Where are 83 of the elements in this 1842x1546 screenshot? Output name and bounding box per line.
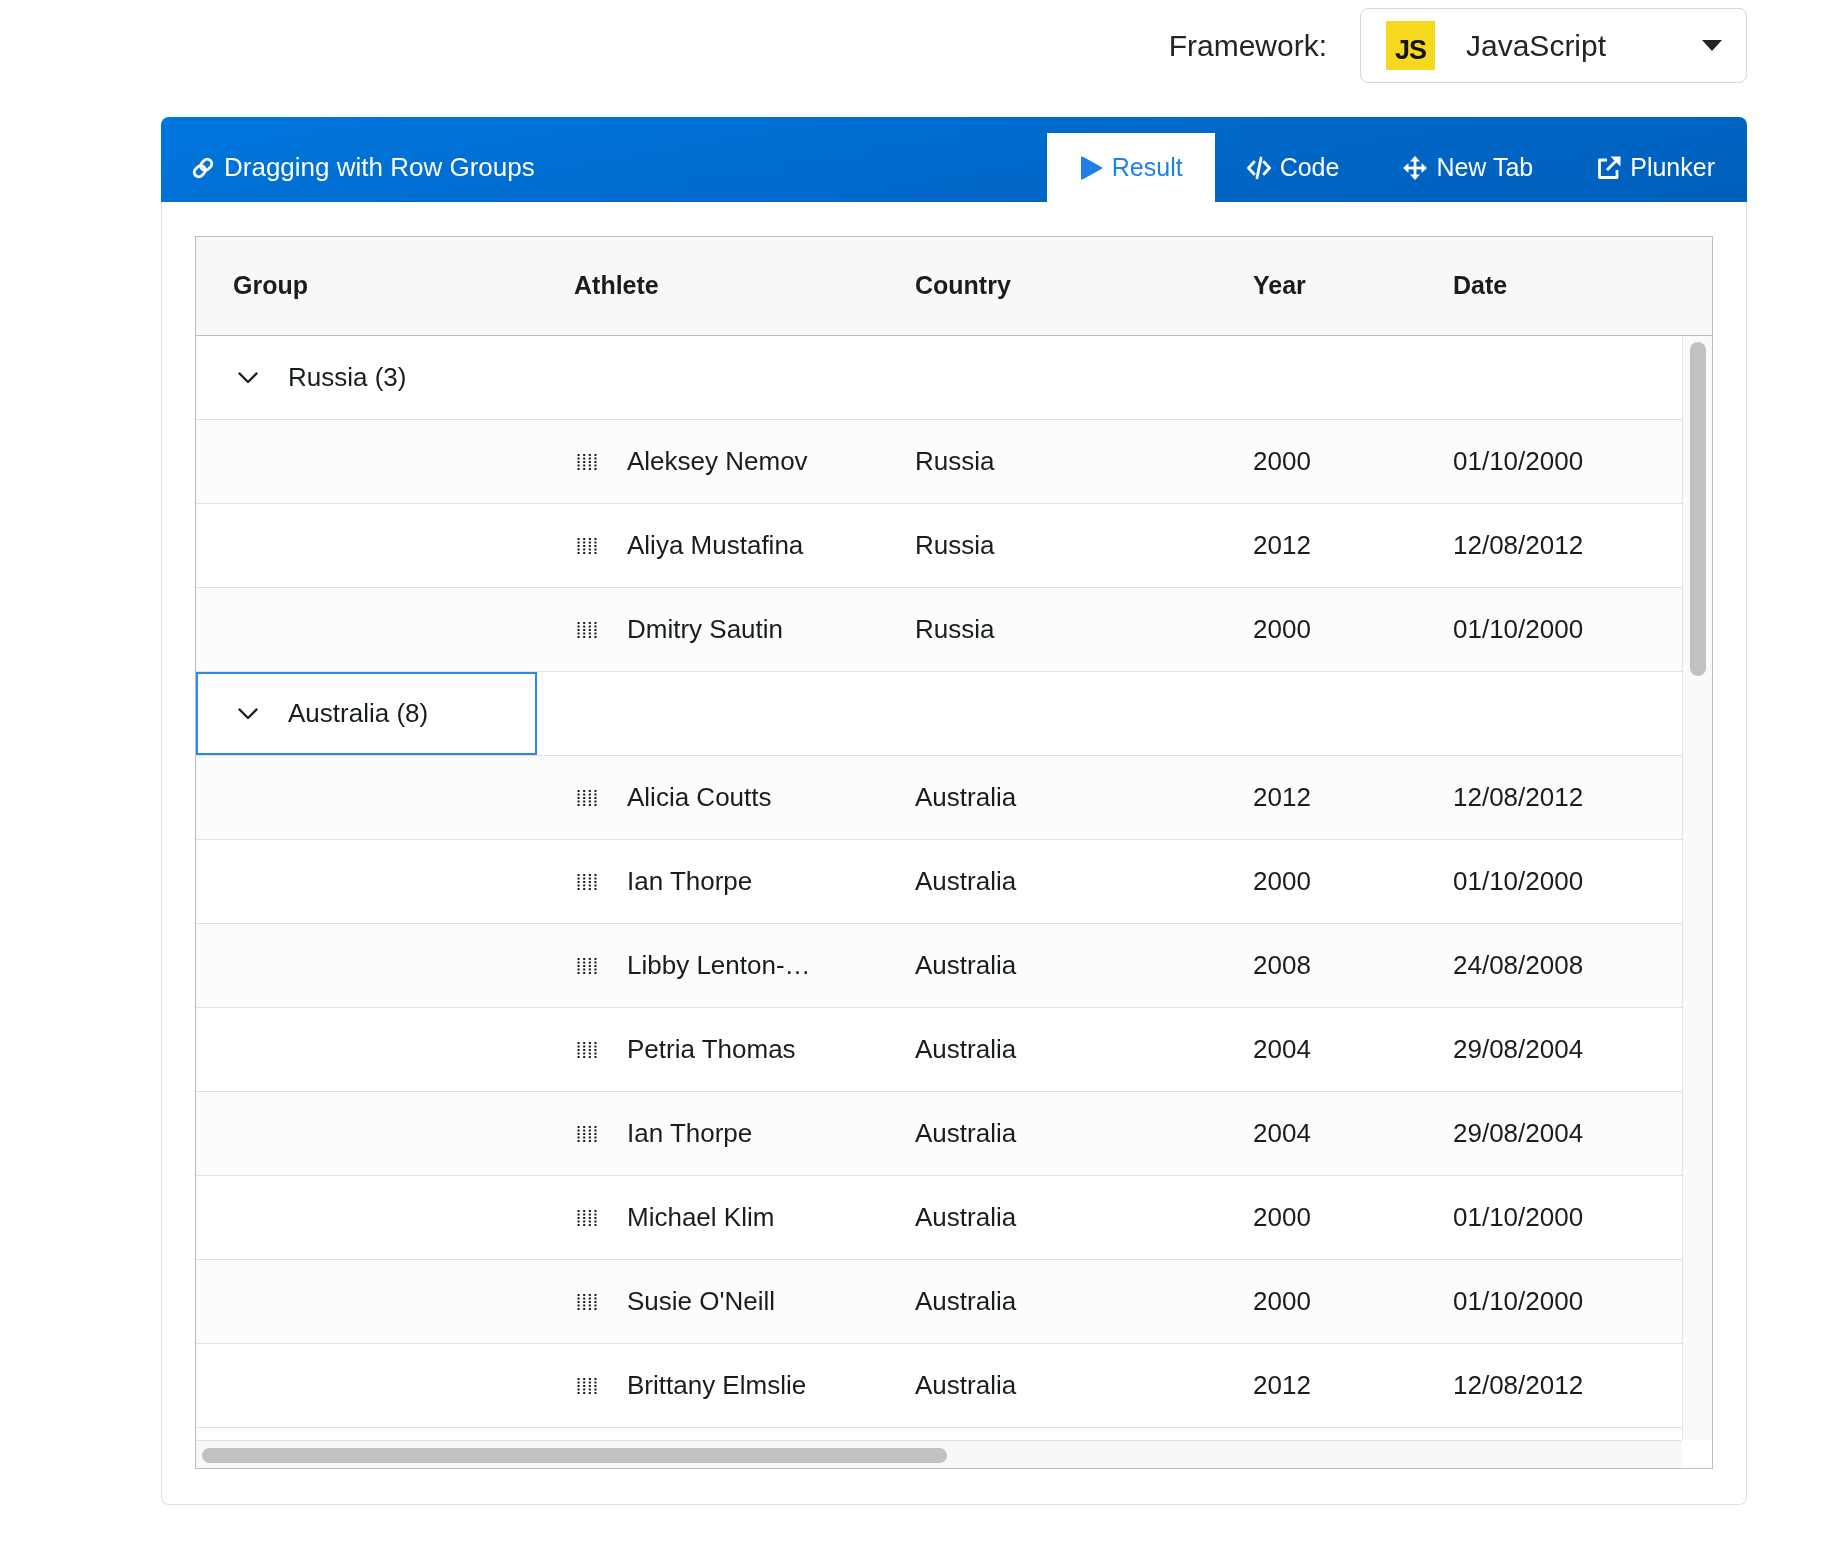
drag-handle-icon[interactable] bbox=[577, 453, 597, 470]
country-name: Australia bbox=[915, 1369, 1017, 1402]
tab[interactable]: New Tab bbox=[1371, 133, 1566, 202]
athlete-name: Ian Thorpe bbox=[627, 865, 753, 898]
column-header[interactable]: Athlete bbox=[574, 271, 659, 300]
column-header[interactable]: Date bbox=[1453, 271, 1508, 300]
country-name: Russia bbox=[915, 529, 995, 562]
country-name: Australia bbox=[915, 949, 1017, 982]
date-text: 01/10/2000 bbox=[1453, 1285, 1584, 1318]
country-name: Australia bbox=[915, 1285, 1017, 1318]
horizontal-scrollbar[interactable] bbox=[196, 1440, 1682, 1468]
group-cell[interactable]: Australia (8) bbox=[196, 672, 537, 755]
column-header[interactable]: Group bbox=[233, 271, 308, 300]
year-text: 2008 bbox=[1253, 949, 1311, 982]
year-text: 2000 bbox=[1253, 613, 1311, 646]
athlete-name: Dmitry Sautin bbox=[627, 613, 784, 646]
vertical-scrollbar[interactable] bbox=[1682, 336, 1712, 1440]
athlete-name: Alicia Coutts bbox=[627, 781, 772, 814]
chevron-down-icon[interactable] bbox=[238, 707, 258, 720]
scrollbar-thumb[interactable] bbox=[1690, 342, 1706, 676]
external-link-icon bbox=[1597, 155, 1622, 180]
chevron-down-icon[interactable] bbox=[238, 371, 258, 384]
example-title-link[interactable]: Dragging with Row Groups bbox=[161, 133, 535, 202]
move-arrows-icon bbox=[1403, 155, 1428, 180]
column-header[interactable]: Country bbox=[915, 271, 1011, 300]
country-name: Australia bbox=[915, 781, 1017, 814]
tab[interactable]: Plunker bbox=[1565, 133, 1747, 202]
date-text: 24/08/2008 bbox=[1453, 949, 1584, 982]
link-icon bbox=[191, 155, 215, 180]
year-text: 2000 bbox=[1253, 1201, 1311, 1234]
date-text: 29/08/2004 bbox=[1453, 1033, 1584, 1066]
logo-tile: JS bbox=[1386, 21, 1435, 70]
tab[interactable]: Result bbox=[1046, 133, 1215, 202]
scrollbar-thumb[interactable] bbox=[202, 1448, 947, 1463]
framework-dropdown[interactable]: JS JavaScript bbox=[1360, 8, 1747, 83]
athlete-name: Aliya Mustafina bbox=[627, 529, 804, 562]
date-text: 29/08/2004 bbox=[1453, 1117, 1584, 1150]
drag-handle-icon[interactable] bbox=[577, 621, 597, 638]
drag-handle-icon[interactable] bbox=[577, 537, 597, 554]
drag-handle-icon[interactable] bbox=[577, 789, 597, 806]
year-text: 2012 bbox=[1253, 529, 1311, 562]
drag-handle-icon[interactable] bbox=[577, 1209, 597, 1226]
date-text: 12/08/2012 bbox=[1453, 529, 1584, 562]
year-text: 2000 bbox=[1253, 1285, 1311, 1318]
country-name: Russia bbox=[915, 445, 995, 478]
country-name: Australia bbox=[915, 1201, 1017, 1234]
drag-handle-icon[interactable] bbox=[577, 873, 597, 890]
date-text: 12/08/2012 bbox=[1453, 781, 1584, 814]
group-row[interactable]: Australia (8) bbox=[196, 672, 1682, 756]
country-name: Australia bbox=[915, 1033, 1017, 1066]
play-icon bbox=[1078, 155, 1103, 180]
group-cell[interactable]: Russia (3) bbox=[196, 336, 537, 419]
date-text: 01/10/2000 bbox=[1453, 445, 1584, 478]
date-text: 01/10/2000 bbox=[1453, 865, 1584, 898]
drag-handle-icon[interactable] bbox=[577, 1041, 597, 1058]
athlete-name: Aleksey Nemov bbox=[627, 445, 808, 478]
country-name: Australia bbox=[915, 1117, 1017, 1150]
year-text: 2012 bbox=[1253, 781, 1311, 814]
drag-handle-icon[interactable] bbox=[577, 957, 597, 974]
code-icon bbox=[1246, 155, 1271, 180]
date-text: 01/10/2000 bbox=[1453, 1201, 1584, 1234]
athlete-name: Libby Lenton-… bbox=[627, 949, 811, 982]
year-text: 2004 bbox=[1253, 1117, 1311, 1150]
tab[interactable]: Code bbox=[1214, 133, 1372, 202]
caret-down-icon bbox=[1702, 40, 1722, 51]
column-header[interactable]: Year bbox=[1253, 271, 1306, 300]
year-text: 2000 bbox=[1253, 445, 1311, 478]
drag-handle-icon[interactable] bbox=[577, 1293, 597, 1310]
year-text: 2000 bbox=[1253, 865, 1311, 898]
year-text: 2012 bbox=[1253, 1369, 1311, 1402]
athlete-name: Brittany Elmslie bbox=[627, 1369, 807, 1402]
drag-handle-icon[interactable] bbox=[577, 1125, 597, 1142]
date-text: 12/08/2012 bbox=[1453, 1369, 1584, 1402]
athlete-name: Susie O'Neill bbox=[627, 1285, 775, 1318]
year-text: 2004 bbox=[1253, 1033, 1311, 1066]
drag-handle-icon[interactable] bbox=[577, 1377, 597, 1394]
athlete-name: Ian Thorpe bbox=[627, 1117, 753, 1150]
country-name: Australia bbox=[915, 865, 1017, 898]
athlete-name: Michael Klim bbox=[627, 1201, 775, 1234]
athlete-name: Petria Thomas bbox=[627, 1033, 796, 1066]
framework-label: Framework: bbox=[1168, 27, 1327, 64]
country-name: Russia bbox=[915, 613, 995, 646]
date-text: 01/10/2000 bbox=[1453, 613, 1584, 646]
